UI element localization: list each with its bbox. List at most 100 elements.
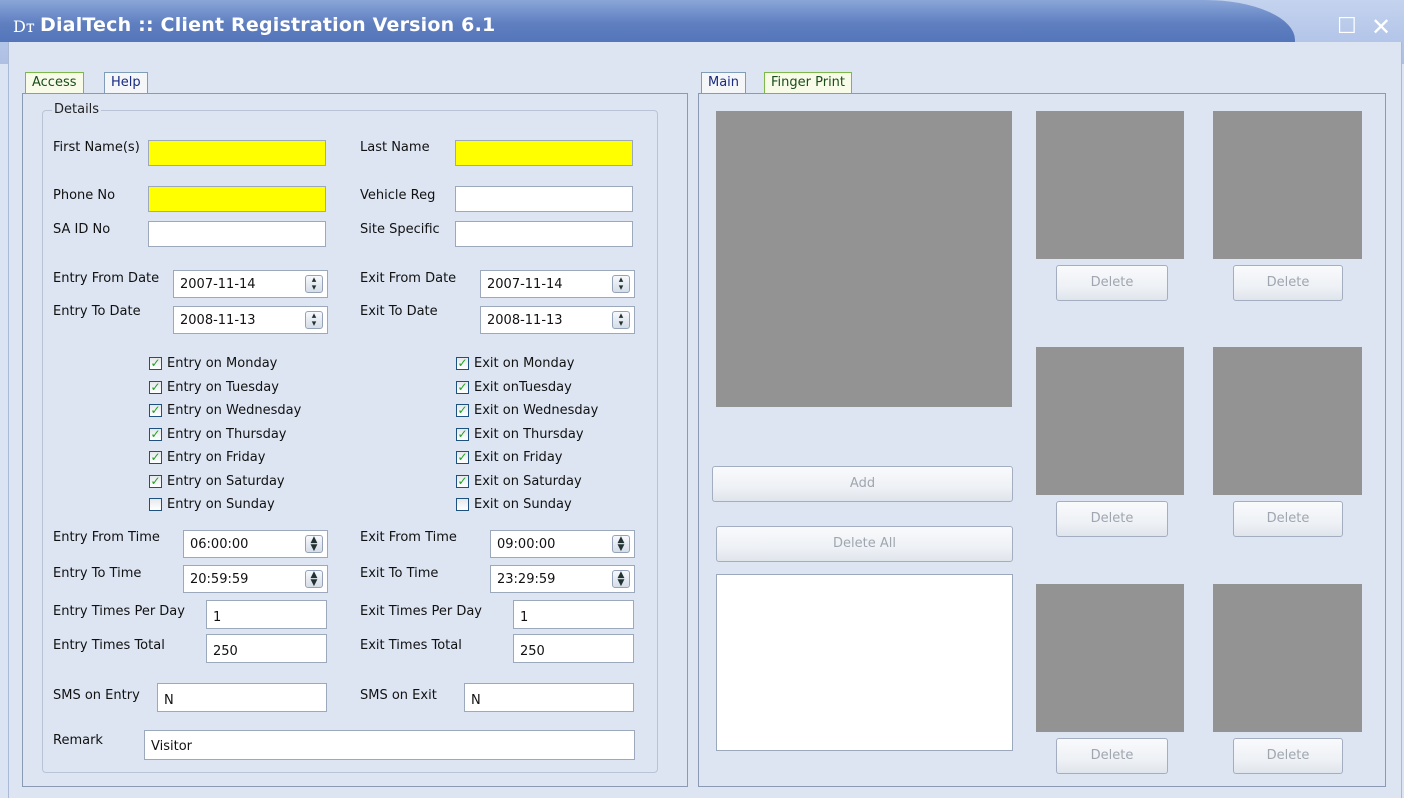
time-spin-icon[interactable]: ▲ ▼ <box>305 570 323 588</box>
fingerprint-thumbnail <box>1213 111 1362 259</box>
close-button[interactable]: ✕ <box>1371 15 1391 39</box>
sa-id-no-field[interactable] <box>148 221 326 247</box>
first-name-field[interactable] <box>148 140 326 166</box>
main-fingerprint-image <box>716 111 1012 407</box>
site-specific-field[interactable] <box>455 221 633 247</box>
checkmark-icon[interactable]: ✓ <box>456 404 469 417</box>
tab-access[interactable]: Access <box>25 72 84 93</box>
checkmark-icon[interactable]: ✓ <box>149 451 162 464</box>
checkmark-icon[interactable]: ✓ <box>149 404 162 417</box>
checkmark-icon[interactable]: ✓ <box>456 474 469 488</box>
date-spin-icon[interactable]: ▴ ▾ <box>612 311 630 329</box>
checkmark-icon[interactable]: ✓ <box>149 380 162 394</box>
entry-day-checkbox-label: Entry on Friday <box>167 450 266 465</box>
vehicle-reg-field[interactable] <box>455 186 633 212</box>
entry-to-time-picker[interactable]: 20:59:59 ▲ ▼ <box>183 565 328 593</box>
time-spin-icon[interactable]: ▲ ▼ <box>612 535 630 553</box>
exit-times-total-label: Exit Times Total <box>360 638 462 653</box>
add-button[interactable]: Add <box>712 466 1013 502</box>
fingerprint-thumbnail <box>1213 347 1362 495</box>
entry-to-date-value: 2008-11-13 <box>180 313 256 328</box>
fingerprint-thumbnail <box>1036 111 1184 259</box>
exit-to-time-picker[interactable]: 23:29:59 ▲ ▼ <box>490 565 635 593</box>
entry-day-checkbox-label: Entry on Wednesday <box>167 403 302 418</box>
delete-button[interactable]: Delete <box>1233 738 1343 774</box>
sms-on-entry-field[interactable]: N <box>157 683 327 712</box>
details-legend: Details <box>52 102 102 117</box>
site-specific-label: Site Specific <box>360 222 440 237</box>
entry-from-date-value: 2007-11-14 <box>180 277 256 292</box>
exit-from-time-label: Exit From Time <box>360 530 457 545</box>
fingerprint-log-box[interactable] <box>716 574 1013 751</box>
exit-day-checkbox-label: Exit on Friday <box>474 450 563 465</box>
exit-times-total-field[interactable]: 250 <box>513 634 634 663</box>
entry-day-checkbox-label: Entry on Thursday <box>167 426 287 442</box>
fingerprint-thumbnail <box>1213 584 1362 732</box>
tab-main[interactable]: Main <box>701 72 747 93</box>
first-name-label: First Name(s) <box>53 140 140 155</box>
delete-button[interactable]: Delete <box>1056 501 1168 537</box>
sms-on-entry-label: SMS on Entry <box>53 688 140 703</box>
vehicle-reg-label: Vehicle Reg <box>360 188 436 203</box>
delete-all-button[interactable]: Delete All <box>716 526 1013 562</box>
checkbox-empty-icon[interactable] <box>456 498 469 511</box>
tab-help[interactable]: Help <box>104 72 148 93</box>
entry-times-per-day-label: Entry Times Per Day <box>53 604 185 619</box>
exit-from-date-value: 2007-11-14 <box>487 277 563 292</box>
sms-on-exit-field[interactable]: N <box>464 683 634 712</box>
tab-finger-print[interactable]: Finger Print <box>764 72 853 93</box>
exit-from-time-value: 09:00:00 <box>497 537 556 552</box>
checkmark-icon[interactable]: ✓ <box>149 357 162 370</box>
date-spin-icon[interactable]: ▴ ▾ <box>305 275 323 293</box>
entry-times-total-field[interactable]: 250 <box>206 634 327 663</box>
time-spin-icon[interactable]: ▲ ▼ <box>305 535 323 553</box>
checkmark-icon[interactable]: ✓ <box>149 474 162 488</box>
exit-day-checkbox-label: Exit on Sunday <box>474 497 572 512</box>
checkmark-icon[interactable]: ✓ <box>456 451 469 464</box>
delete-button[interactable]: Delete <box>1233 265 1343 301</box>
entry-from-date-label: Entry From Date <box>53 271 160 286</box>
delete-button[interactable]: Delete <box>1056 738 1168 774</box>
entry-day-checkbox-label: Entry on Saturday <box>167 473 285 489</box>
exit-times-per-day-label: Exit Times Per Day <box>360 604 482 619</box>
entry-to-time-label: Entry To Time <box>53 566 142 581</box>
sms-on-exit-label: SMS on Exit <box>360 688 437 703</box>
checkmark-icon[interactable]: ✓ <box>456 380 469 394</box>
entry-day-checkbox-label: Entry on Sunday <box>167 497 275 512</box>
exit-times-per-day-field[interactable]: 1 <box>513 600 634 629</box>
exit-from-time-picker[interactable]: 09:00:00 ▲ ▼ <box>490 530 635 558</box>
exit-day-checkbox-label: Exit on Saturday <box>474 473 582 489</box>
date-spin-icon[interactable]: ▴ ▾ <box>305 311 323 329</box>
maximize-button[interactable]: ☐ <box>1337 16 1357 38</box>
entry-from-time-value: 06:00:00 <box>190 537 249 552</box>
entry-from-date-picker[interactable]: 2007-11-14 ▴ ▾ <box>173 270 328 298</box>
entry-day-checkbox-label: Entry on Tuesday <box>167 379 279 395</box>
remark-field[interactable]: Visitor <box>144 730 635 760</box>
exit-day-checkbox-label: Exit on Monday <box>474 356 575 371</box>
entry-times-total-label: Entry Times Total <box>53 638 165 653</box>
entry-to-date-picker[interactable]: 2008-11-13 ▴ ▾ <box>173 306 328 334</box>
date-spin-icon[interactable]: ▴ ▾ <box>612 275 630 293</box>
phone-no-field[interactable] <box>148 186 326 212</box>
exit-from-date-picker[interactable]: 2007-11-14 ▴ ▾ <box>480 270 635 298</box>
exit-to-date-value: 2008-11-13 <box>487 313 563 328</box>
exit-to-time-value: 23:29:59 <box>497 572 556 587</box>
checkmark-icon[interactable]: ✓ <box>456 427 469 441</box>
entry-times-per-day-field[interactable]: 1 <box>206 600 327 629</box>
entry-day-checkbox-label: Entry on Monday <box>167 356 278 371</box>
exit-to-time-label: Exit To Time <box>360 566 439 581</box>
checkmark-icon[interactable]: ✓ <box>149 427 162 441</box>
checkmark-icon[interactable]: ✓ <box>456 357 469 370</box>
delete-button[interactable]: Delete <box>1056 265 1168 301</box>
checkbox-empty-icon[interactable] <box>149 498 162 511</box>
entry-from-time-label: Entry From Time <box>53 530 160 545</box>
time-spin-icon[interactable]: ▲ ▼ <box>612 570 630 588</box>
app-icon: Dᴛ <box>13 17 35 36</box>
sa-id-no-label: SA ID No <box>53 222 111 237</box>
last-name-field[interactable] <box>455 140 633 166</box>
exit-to-date-picker[interactable]: 2008-11-13 ▴ ▾ <box>480 306 635 334</box>
exit-day-checkbox-label: Exit on Wednesday <box>474 403 599 418</box>
entry-from-time-picker[interactable]: 06:00:00 ▲ ▼ <box>183 530 328 558</box>
delete-button[interactable]: Delete <box>1233 501 1343 537</box>
last-name-label: Last Name <box>360 140 430 155</box>
